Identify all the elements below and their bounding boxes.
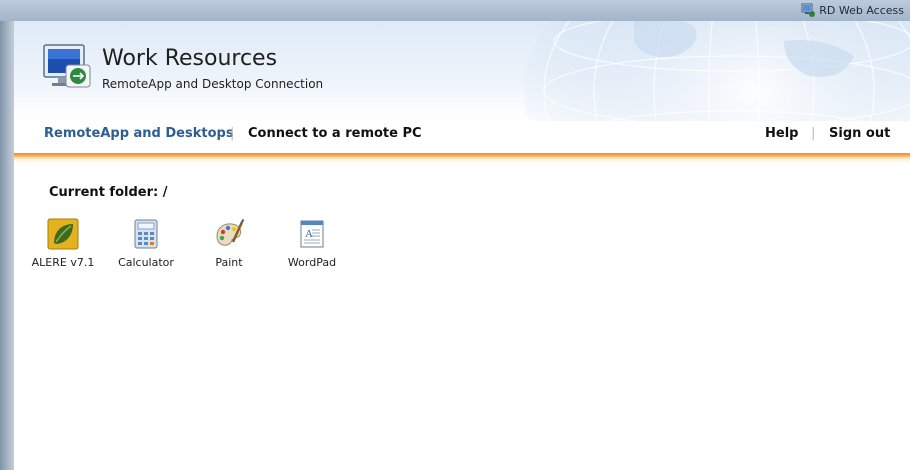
orange-divider <box>14 153 910 163</box>
app-alere[interactable]: ALERE v7.1 <box>23 218 103 269</box>
app-label: Calculator <box>118 256 174 269</box>
rd-web-access-icon <box>801 3 816 17</box>
help-link[interactable]: Help <box>765 126 798 141</box>
calculator-icon <box>130 218 162 250</box>
current-folder-label: Current folder: / <box>49 185 168 200</box>
alere-leaf-icon <box>47 218 79 250</box>
rd-web-access-label: RD Web Access <box>819 3 904 17</box>
svg-text:A: A <box>305 228 313 240</box>
remote-desktop-monitor-icon <box>42 41 94 91</box>
globe-background-icon <box>524 21 910 121</box>
app-label: ALERE v7.1 <box>31 256 95 269</box>
nav-remoteapp-and-desktops[interactable]: RemoteApp and Desktops <box>44 126 234 141</box>
page-subtitle: RemoteApp and Desktop Connection <box>102 77 324 91</box>
paint-palette-icon <box>213 218 245 250</box>
app-paint[interactable]: Paint <box>189 218 269 269</box>
app-label: Paint <box>215 256 243 269</box>
left-window-edge <box>0 21 14 470</box>
title-bar: RD Web Access <box>0 0 910 21</box>
page: Work Resources RemoteApp and Desktop Con… <box>14 21 910 470</box>
app-wordpad[interactable]: A WordPad <box>272 218 352 269</box>
sign-out-link[interactable]: Sign out <box>829 126 890 141</box>
rd-web-access-brand: RD Web Access <box>801 2 904 18</box>
nav-separator: | <box>230 126 235 141</box>
app-calculator[interactable]: Calculator <box>106 218 186 269</box>
nav-separator: | <box>811 126 816 141</box>
page-title: Work Resources <box>102 46 278 71</box>
header-banner: Work Resources RemoteApp and Desktop Con… <box>14 21 910 121</box>
nav-connect-remote-pc[interactable]: Connect to a remote PC <box>248 126 422 141</box>
top-navigation: RemoteApp and Desktops | Connect to a re… <box>14 121 910 151</box>
app-label: WordPad <box>287 256 337 269</box>
wordpad-icon: A <box>296 218 328 250</box>
